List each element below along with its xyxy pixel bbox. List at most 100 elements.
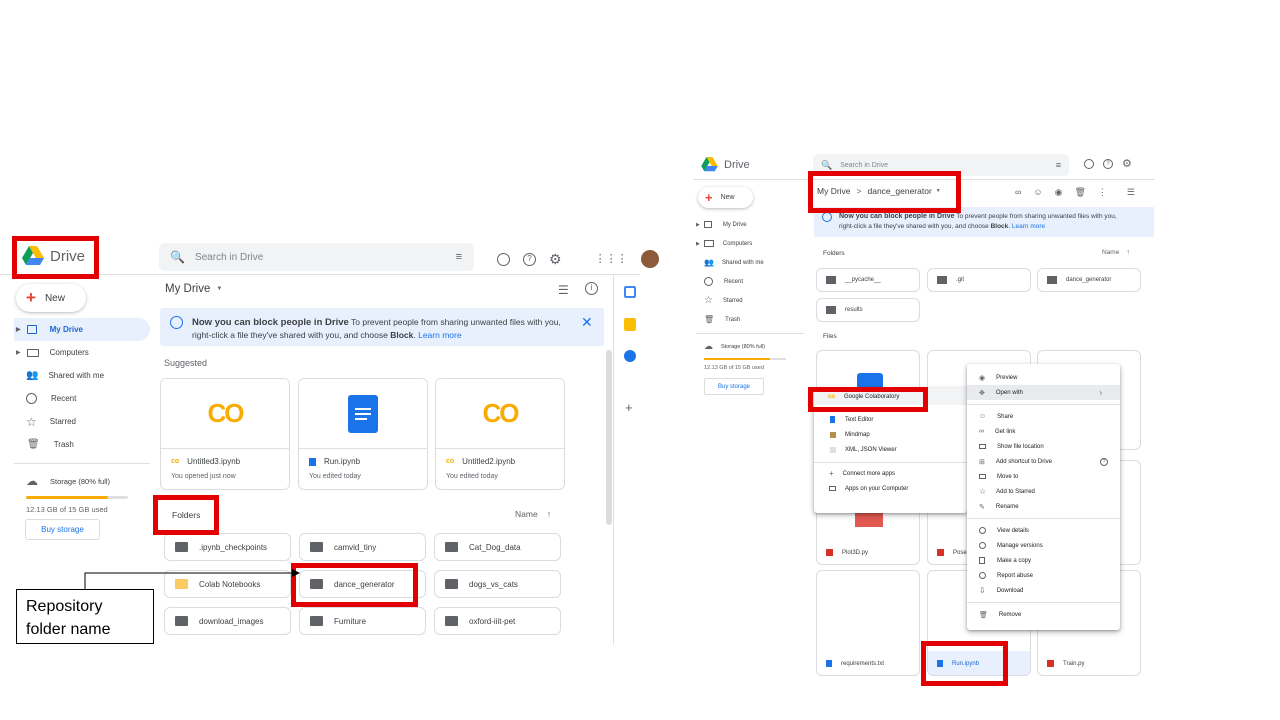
expand-arrow-icon[interactable]: ▶ [696, 222, 700, 228]
folder-item[interactable]: download_images [164, 607, 291, 635]
menu-item-remove[interactable]: 🗑 Remove [967, 607, 1120, 622]
offline-status-icon[interactable] [497, 252, 510, 266]
settings-icon[interactable]: ⚙ [1122, 159, 1132, 170]
learn-more-link[interactable]: Learn more [418, 330, 461, 340]
tasks-icon[interactable] [624, 350, 636, 362]
card-subtitle: You opened just now [171, 473, 236, 480]
buy-storage-button[interactable]: Buy storage [25, 519, 100, 540]
scrollbar[interactable] [606, 350, 612, 525]
trash-icon[interactable]: 🗑 [1074, 187, 1085, 198]
sidebar-item-recent[interactable]: Recent [696, 272, 804, 291]
add-shortcut-icon: ⊞ [979, 458, 985, 466]
sidebar-item-starred[interactable]: ☆ Starred [696, 291, 804, 310]
computer-icon [703, 240, 714, 247]
sort-control[interactable]: Name ↑ [515, 509, 551, 519]
menu-item-apps-on-computer[interactable]: Apps on your Computer [814, 481, 967, 496]
colab-small-icon: co [446, 458, 455, 465]
search-icon: 🔍 [170, 250, 185, 264]
menu-item-open-with[interactable]: ✥ Open with › [967, 385, 1120, 400]
storage-used: 12.13 GB of 15 GB used [26, 505, 108, 514]
more-vert-icon[interactable]: ⋮ [1098, 187, 1107, 198]
suggested-card[interactable]: Run.ipynb You edited today [298, 378, 428, 490]
folder-item[interactable]: .git [927, 268, 1031, 292]
info-icon[interactable]: i [585, 282, 598, 295]
new-button[interactable]: + New [698, 187, 753, 208]
folder-item[interactable]: .ipynb_checkpoints [164, 533, 291, 561]
highlight-dance-generator-folder [291, 563, 418, 607]
sidebar-item-shared[interactable]: 👥 Shared with me [696, 253, 804, 272]
folder-item[interactable]: dogs_vs_cats [434, 570, 561, 598]
expand-arrow-icon[interactable]: ▶ [16, 349, 21, 356]
sidebar-item-label: Starred [722, 297, 743, 304]
menu-item-get-link[interactable]: ∞ Get link [967, 424, 1120, 439]
menu-item-report-abuse[interactable]: Report abuse [967, 568, 1120, 583]
menu-item-share[interactable]: ☺ Share [967, 409, 1120, 424]
folder-item[interactable]: oxford-iiit-pet [434, 607, 561, 635]
folder-item[interactable]: Furniture [299, 607, 426, 635]
list-view-icon[interactable]: ☰ [558, 283, 569, 297]
search-options-icon[interactable]: ≡ [456, 251, 462, 263]
offline-status-icon[interactable] [1084, 159, 1094, 169]
menu-item-manage-versions[interactable]: Manage versions [967, 538, 1120, 553]
settings-icon[interactable]: ⚙ [549, 252, 562, 266]
storage-section[interactable]: ☁ Storage (80% full) 12.13 GB of 15 GB us… [704, 341, 794, 371]
sidebar-item-my-drive[interactable]: ▶ My Drive [14, 318, 150, 341]
sidebar-item-computers[interactable]: ▶ Computers [696, 234, 804, 253]
folder-item[interactable]: Cat_Dog_data [434, 533, 561, 561]
folder-item[interactable]: camvid_tiny [299, 533, 426, 561]
drive-logo[interactable]: Drive [701, 157, 750, 172]
search-options-icon[interactable]: ≡ [1056, 160, 1061, 170]
file-card[interactable]: requirements.txt [816, 570, 920, 676]
menu-item-download[interactable]: ⇩ Download [967, 583, 1120, 598]
menu-item-preview[interactable]: ◉ Preview [967, 370, 1120, 385]
search-bar[interactable]: 🔍 Search in Drive ≡ [159, 243, 474, 271]
help-icon[interactable]: ? [1103, 159, 1113, 169]
learn-more-link[interactable]: Learn more [1012, 223, 1045, 230]
menu-item-show-file-location[interactable]: Show file location [967, 439, 1120, 454]
menu-item-mindmap[interactable]: Mindmap [814, 427, 967, 442]
help-icon[interactable]: ? [1100, 457, 1108, 466]
preview-icon[interactable]: ◉ [1055, 187, 1063, 198]
sidebar-item-computers[interactable]: ▶ Computers [14, 341, 150, 364]
breadcrumb[interactable]: My Drive ▼ [165, 283, 222, 295]
folder-item[interactable]: dance_generator [1037, 268, 1141, 292]
keep-icon[interactable] [624, 318, 636, 331]
storage-section[interactable]: ☁ Storage (80% full) 12.13 GB of 15 GB u… [26, 474, 136, 514]
apps-grid-icon[interactable]: ⋮⋮⋮ [595, 253, 628, 266]
add-addon-icon[interactable]: + [625, 400, 633, 415]
sort-control[interactable]: Name ↑ [1102, 249, 1130, 256]
folder-icon [310, 616, 323, 626]
buy-storage-button[interactable]: Buy storage [704, 378, 764, 395]
text-file-icon [826, 660, 832, 667]
sidebar-item-trash[interactable]: 🗑 Trash [696, 310, 804, 329]
menu-item-rename[interactable]: ✎ Rename [967, 499, 1120, 514]
close-icon[interactable]: ✕ [581, 314, 593, 331]
link-icon[interactable]: ∞ [1015, 187, 1021, 198]
list-view-icon[interactable]: ☰ [1127, 187, 1135, 198]
sidebar-item-trash[interactable]: 🗑 Trash [14, 433, 150, 456]
sidebar-item-starred[interactable]: ☆ Starred [14, 410, 150, 433]
menu-item-xml-json-viewer[interactable]: XML, JSON Viewer [814, 442, 967, 457]
calendar-icon[interactable] [624, 286, 636, 298]
menu-item-add-shortcut[interactable]: ⊞ Add shortcut to Drive? [967, 454, 1120, 469]
help-icon[interactable]: ? [523, 252, 536, 266]
menu-item-move-to[interactable]: Move to [967, 469, 1120, 484]
menu-item-make-a-copy[interactable]: Make a copy [967, 553, 1120, 568]
sidebar-item-shared[interactable]: 👥 Shared with me [14, 364, 150, 387]
menu-item-label: Remove [998, 611, 1022, 618]
sidebar-item-recent[interactable]: Recent [14, 387, 150, 410]
avatar[interactable] [640, 250, 659, 268]
menu-item-add-to-starred[interactable]: ☆ Add to Starred [967, 484, 1120, 499]
menu-item-text-editor[interactable]: Text Editor [814, 412, 967, 427]
menu-item-view-details[interactable]: View details [967, 523, 1120, 538]
add-person-icon[interactable]: ☺ [1033, 187, 1042, 198]
folder-item[interactable]: __pycache__ [816, 268, 920, 292]
expand-arrow-icon[interactable]: ▶ [16, 326, 21, 333]
suggested-card[interactable]: CO co Untitled2.ipynb You edited today [435, 378, 565, 490]
suggested-card[interactable]: CO co Untitled3.ipynb You opened just now [160, 378, 290, 490]
folder-item[interactable]: results [816, 298, 920, 322]
sidebar-item-my-drive[interactable]: ▶ My Drive [696, 215, 804, 234]
new-button[interactable]: + New [16, 284, 86, 312]
menu-item-connect-more-apps[interactable]: + Connect more apps [814, 466, 967, 481]
expand-arrow-icon[interactable]: ▶ [696, 241, 700, 247]
